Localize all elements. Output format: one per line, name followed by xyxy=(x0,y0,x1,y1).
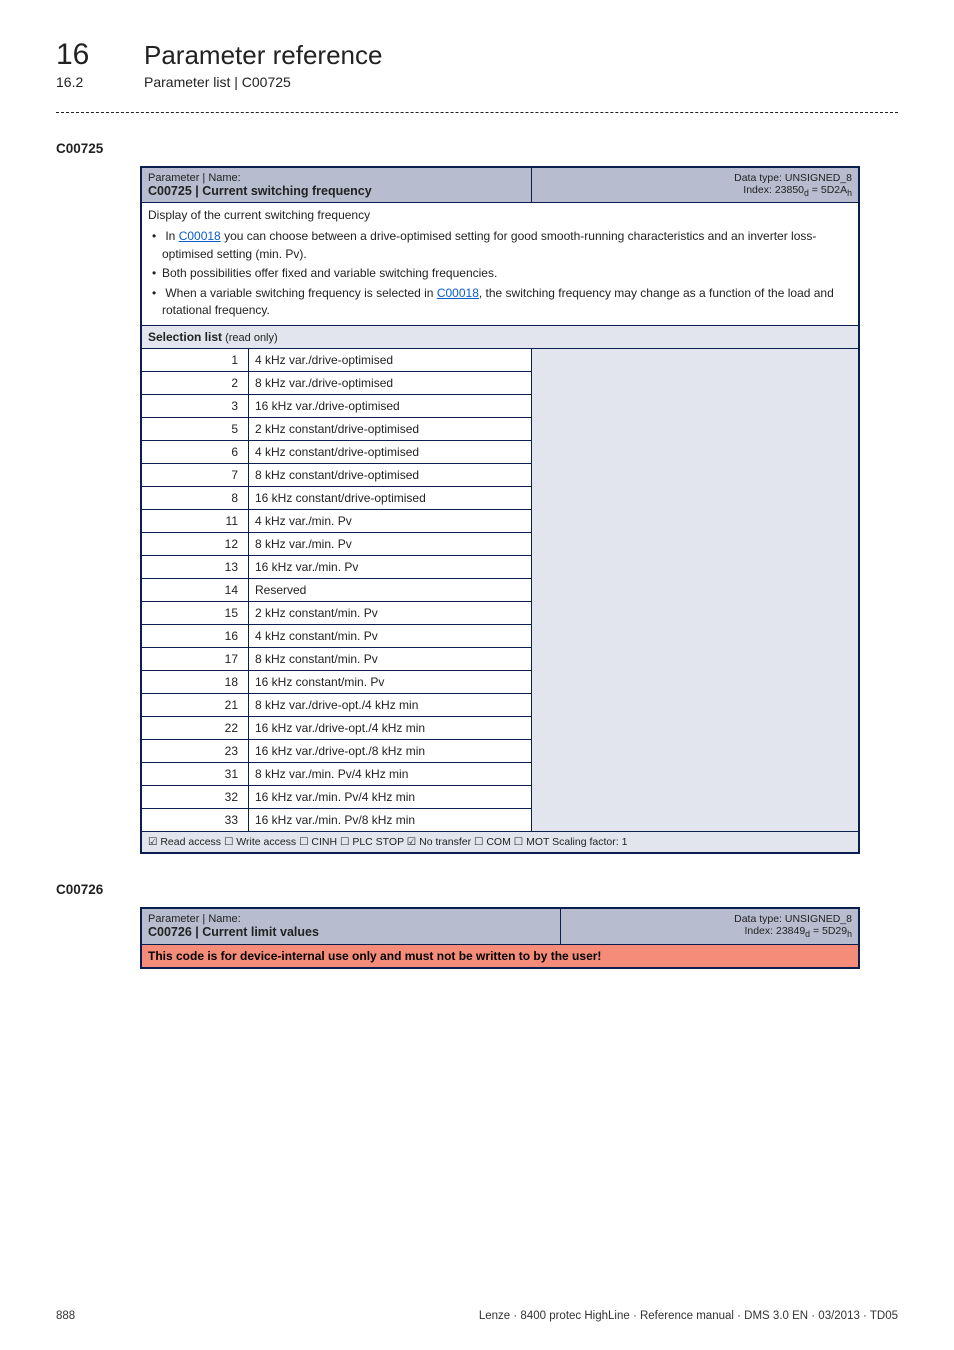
page-number: 888 xyxy=(56,1310,75,1322)
page-header: 16 Parameter reference xyxy=(56,38,898,72)
sel-num: 17 xyxy=(142,648,249,671)
sel-label: 4 kHz constant/drive-optimised xyxy=(249,441,532,464)
sel-num: 13 xyxy=(142,556,249,579)
param-meta-cell: Data type: UNSIGNED_8 Index: 23849d = 5D… xyxy=(560,909,858,944)
desc-bullet-1a: In xyxy=(165,229,178,243)
selection-list-readonly: (read only) xyxy=(222,332,278,344)
selection-list-header: Selection list (read only) xyxy=(142,326,859,349)
sel-num: 6 xyxy=(142,441,249,464)
link-c00018-1[interactable]: C00018 xyxy=(179,229,221,243)
desc-bullet-1: In C00018 you can choose between a drive… xyxy=(162,228,852,263)
param-label: Parameter | Name: xyxy=(148,913,241,925)
sel-label: 16 kHz constant/drive-optimised xyxy=(249,487,532,510)
param-value: C00726 | Current limit values xyxy=(148,925,319,939)
access-flags-row: ☑ Read access ☐ Write access ☐ CINH ☐ PL… xyxy=(142,832,859,853)
section-header: 16.2 Parameter list | C00725 xyxy=(56,74,898,90)
table-header-row: Parameter | Name: C00726 | Current limit… xyxy=(142,909,859,944)
sel-label: 2 kHz constant/min. Pv xyxy=(249,602,532,625)
sel-num: 5 xyxy=(142,418,249,441)
index-label: Index: 23849d = 5D29h xyxy=(744,925,852,937)
sel-label: 4 kHz var./min. Pv xyxy=(249,510,532,533)
desc-bullet-3: When a variable switching frequency is s… xyxy=(162,285,852,320)
sel-label: 16 kHz constant/min. Pv xyxy=(249,671,532,694)
index-eq: = 5D2A xyxy=(809,184,847,196)
divider xyxy=(56,112,898,113)
sel-label: 8 kHz constant/drive-optimised xyxy=(249,464,532,487)
sel-num: 12 xyxy=(142,533,249,556)
sel-label: 8 kHz var./min. Pv xyxy=(249,533,532,556)
sel-num: 33 xyxy=(142,809,249,832)
sel-label: 16 kHz var./min. Pv/4 kHz min xyxy=(249,786,532,809)
sel-label: Reserved xyxy=(249,579,532,602)
link-c00018-2[interactable]: C00018 xyxy=(437,286,479,300)
sel-num: 32 xyxy=(142,786,249,809)
param-value: C00725 | Current switching frequency xyxy=(148,184,372,198)
section-number: 16.2 xyxy=(56,74,116,90)
sel-label: 16 kHz var./min. Pv xyxy=(249,556,532,579)
sel-label: 8 kHz constant/min. Pv xyxy=(249,648,532,671)
sel-label: 4 kHz constant/min. Pv xyxy=(249,625,532,648)
desc-line1: Display of the current switching frequen… xyxy=(148,208,370,222)
sel-label: 16 kHz var./drive-optimised xyxy=(249,395,532,418)
selection-list-label-cell: Selection list (read only) xyxy=(142,326,859,349)
sel-num: 2 xyxy=(142,372,249,395)
sel-num: 31 xyxy=(142,763,249,786)
index-label: Index: 23850d = 5D2Ah xyxy=(743,184,852,196)
data-type-label: Data type: UNSIGNED_8 xyxy=(734,172,852,184)
sel-num: 7 xyxy=(142,464,249,487)
param-name-cell: Parameter | Name: C00725 | Current switc… xyxy=(142,168,532,203)
param-meta-cell: Data type: UNSIGNED_8 Index: 23850d = 5D… xyxy=(532,168,859,203)
parameter-box-c00725: Parameter | Name: C00725 | Current switc… xyxy=(140,166,860,854)
desc-bullet-3a: When a variable switching frequency is s… xyxy=(165,286,436,300)
desc-bullet-2: Both possibilities offer fixed and varia… xyxy=(162,265,852,282)
param-name-cell: Parameter | Name: C00726 | Current limit… xyxy=(142,909,561,944)
sel-num: 1 xyxy=(142,349,249,372)
chapter-title: Parameter reference xyxy=(144,40,382,71)
code-heading-c00726: C00726 xyxy=(56,882,898,897)
table-header-row: Parameter | Name: C00725 | Current switc… xyxy=(142,168,859,203)
sel-num: 21 xyxy=(142,694,249,717)
sel-num: 16 xyxy=(142,625,249,648)
sel-label: 16 kHz var./min. Pv/8 kHz min xyxy=(249,809,532,832)
sel-label: 8 kHz var./drive-opt./4 kHz min xyxy=(249,694,532,717)
data-type-label: Data type: UNSIGNED_8 xyxy=(734,913,852,925)
section-title: Parameter list | C00725 xyxy=(144,74,291,90)
sel-num: 11 xyxy=(142,510,249,533)
page-footer: 888 Lenze · 8400 protec HighLine · Refer… xyxy=(56,1310,898,1322)
parameter-box-c00726: Parameter | Name: C00726 | Current limit… xyxy=(140,907,860,968)
sel-label: 16 kHz var./drive-opt./8 kHz min xyxy=(249,740,532,763)
table-row: Display of the current switching frequen… xyxy=(142,203,859,326)
sel-label: 8 kHz var./drive-optimised xyxy=(249,372,532,395)
sel-num: 15 xyxy=(142,602,249,625)
sel-num: 3 xyxy=(142,395,249,418)
param-label: Parameter | Name: xyxy=(148,172,241,184)
sel-num: 14 xyxy=(142,579,249,602)
selection-list-label: Selection list xyxy=(148,330,222,344)
sel-num: 8 xyxy=(142,487,249,510)
description-cell: Display of the current switching frequen… xyxy=(142,203,859,326)
index-eq: = 5D29 xyxy=(810,925,847,937)
sel-pad xyxy=(532,349,859,832)
chapter-number: 16 xyxy=(56,38,116,72)
sel-num: 23 xyxy=(142,740,249,763)
sel-num: 22 xyxy=(142,717,249,740)
index-hex-sub: h xyxy=(847,188,852,198)
index-dec: Index: 23849 xyxy=(744,925,805,937)
code-heading-c00725: C00725 xyxy=(56,141,898,156)
access-flags: ☑ Read access ☐ Write access ☐ CINH ☐ PL… xyxy=(142,832,859,853)
doc-info: Lenze · 8400 protec HighLine · Reference… xyxy=(479,1310,898,1322)
index-hex-sub: h xyxy=(847,930,852,940)
sel-label: 8 kHz var./min. Pv/4 kHz min xyxy=(249,763,532,786)
table-row: 1 4 kHz var./drive-optimised xyxy=(142,349,859,372)
desc-bullet-1b: you can choose between a drive-optimised… xyxy=(162,229,816,260)
sel-num: 18 xyxy=(142,671,249,694)
sel-label: 2 kHz constant/drive-optimised xyxy=(249,418,532,441)
sel-label: 16 kHz var./drive-opt./4 kHz min xyxy=(249,717,532,740)
index-dec: Index: 23850 xyxy=(743,184,804,196)
sel-label: 4 kHz var./drive-optimised xyxy=(249,349,532,372)
warning-text: This code is for device-internal use onl… xyxy=(142,944,859,967)
warning-row: This code is for device-internal use onl… xyxy=(142,944,859,967)
